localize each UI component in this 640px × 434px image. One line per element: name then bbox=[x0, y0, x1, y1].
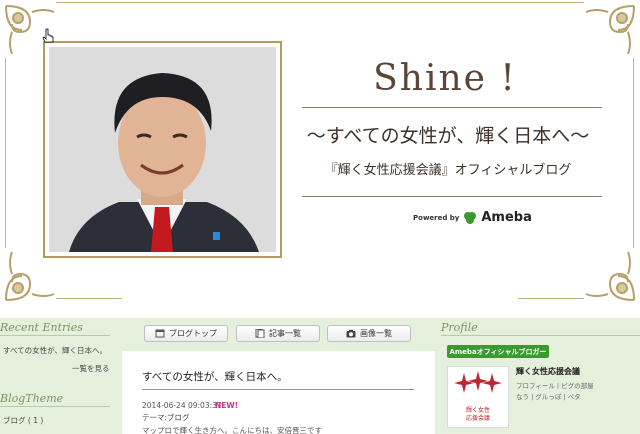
entries-list-button[interactable]: 記事一覧 bbox=[236, 325, 320, 342]
document-icon bbox=[255, 329, 265, 338]
profile-links-row1[interactable]: プロフィール | ピグの部屋 bbox=[516, 380, 594, 390]
profile-links-row2[interactable]: なう | グルっぽ | ペタ bbox=[516, 391, 581, 401]
profile-rule bbox=[441, 335, 640, 336]
more-entries-link[interactable]: 一覧を見る bbox=[72, 363, 110, 374]
ameba-official-blogger-badge: Amebaオフィシャルブロガー bbox=[447, 345, 549, 358]
right-border-line bbox=[633, 58, 634, 248]
blog-theme-rule bbox=[0, 406, 110, 407]
blog-page: Shine ! 〜すべての女性が、輝く日本へ〜 『輝く女性応援会議』オフィシャル… bbox=[0, 0, 640, 434]
blog-theme-link[interactable]: ブログ ( 1 ) bbox=[3, 415, 43, 426]
powered-by-label: Powered by bbox=[413, 213, 460, 222]
official-blog-label: 『輝く女性応援会議』オフィシャルブログ bbox=[324, 163, 572, 178]
top-border-line bbox=[56, 2, 584, 3]
title-rule bbox=[302, 107, 602, 108]
blog-header: Shine ! 〜すべての女性が、輝く日本へ〜 『輝く女性応援会議』オフィシャル… bbox=[0, 0, 640, 318]
profile-logo[interactable]: 輝く女性 応援会議 bbox=[447, 366, 509, 428]
recent-entries-title: Recent Entries bbox=[0, 321, 83, 334]
blog-title: Shine ! bbox=[373, 58, 517, 99]
blog-subtitle: 〜すべての女性が、輝く日本へ〜 bbox=[306, 125, 590, 147]
camera-icon bbox=[346, 329, 356, 338]
images-list-label: 画像一覧 bbox=[360, 329, 392, 338]
recent-entry-link[interactable]: すべての女性が、輝く日本へ。 bbox=[3, 345, 107, 356]
article-date: 2014-06-24 09:03:37 bbox=[142, 401, 222, 410]
article-title[interactable]: すべての女性が、輝く日本へ。 bbox=[142, 369, 288, 384]
left-border-line bbox=[5, 58, 6, 248]
portrait-illustration-icon bbox=[49, 47, 276, 252]
hand-cursor-icon bbox=[42, 28, 54, 43]
bottom-left-border-line bbox=[56, 298, 122, 299]
blog-theme-title: BlogTheme bbox=[0, 392, 64, 405]
profile-title: Profile bbox=[441, 321, 478, 334]
blog-top-label: ブログトップ bbox=[169, 329, 217, 338]
corner-ornament-icon bbox=[585, 251, 635, 301]
article-card: すべての女性が、輝く日本へ。 2014-06-24 09:03:37 NEW! … bbox=[122, 351, 435, 434]
logo-text-line1: 輝く女性 bbox=[465, 407, 490, 414]
images-list-button[interactable]: 画像一覧 bbox=[327, 325, 411, 342]
portrait-photo bbox=[49, 47, 276, 252]
sparkle-logo-icon bbox=[454, 371, 502, 393]
ameba-logo-text: Ameba bbox=[481, 210, 532, 225]
blogger-name-link[interactable]: 輝く女性応援会議 bbox=[516, 366, 580, 377]
corner-ornament-icon bbox=[585, 5, 635, 55]
article-snippet: マップロで輝く生き方へ。こんにちは、安倍晋三です bbox=[142, 426, 322, 434]
logo-text-line2: 応援会議 bbox=[465, 415, 490, 422]
article-title-rule bbox=[142, 389, 414, 390]
subtitle-rule bbox=[302, 196, 602, 197]
entries-list-label: 記事一覧 bbox=[269, 329, 301, 338]
article-theme-link[interactable]: テーマ:ブログ bbox=[142, 412, 190, 423]
recent-entries-rule bbox=[0, 335, 110, 336]
bottom-right-border-line bbox=[518, 298, 584, 299]
powered-by-ameba[interactable]: Powered by Ameba bbox=[413, 210, 532, 225]
blog-top-button[interactable]: ブログトップ bbox=[144, 325, 228, 342]
ameba-leaf-icon bbox=[464, 211, 477, 224]
home-icon bbox=[155, 329, 165, 338]
header-photo-frame bbox=[43, 41, 282, 258]
new-badge: NEW! bbox=[215, 401, 239, 410]
profile-logo-text: 輝く女性 応援会議 bbox=[448, 407, 508, 423]
